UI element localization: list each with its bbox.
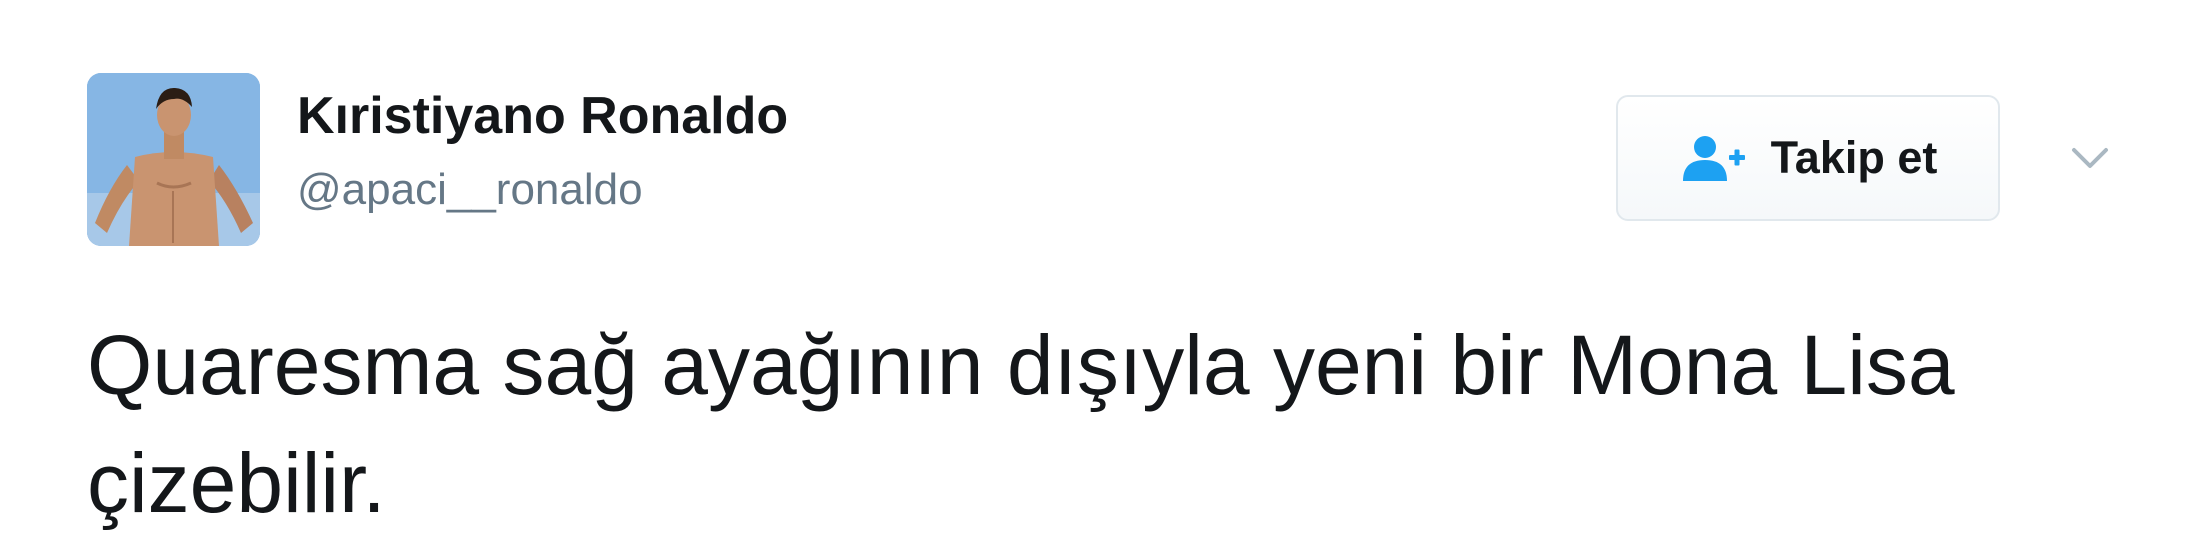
follow-button[interactable]: Takip et: [1616, 95, 2000, 221]
user-plus-icon: [1682, 136, 1745, 181]
tweet-card: Kıristiyano Ronaldo @apaci__ronaldo Taki…: [0, 0, 2212, 555]
chevron-down-icon: [2072, 148, 2108, 168]
tweet-menu-caret[interactable]: [2066, 134, 2114, 182]
author-display-name[interactable]: Kıristiyano Ronaldo: [297, 84, 788, 148]
tweet-text: Quaresma sağ ayağının dışıyla yeni bir M…: [87, 318, 1955, 530]
follow-button-label: Takip et: [1770, 132, 1938, 183]
avatar[interactable]: [87, 73, 260, 246]
author-handle[interactable]: @apaci__ronaldo: [297, 162, 643, 218]
avatar-image: [87, 73, 260, 246]
